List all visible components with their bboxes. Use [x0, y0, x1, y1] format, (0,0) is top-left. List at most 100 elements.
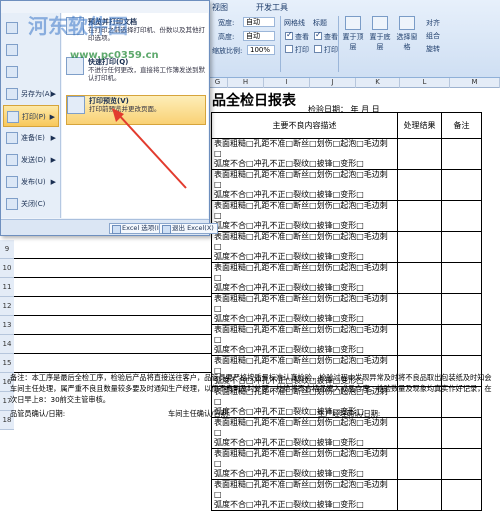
row-header[interactable]: 10 [0, 259, 14, 278]
row-header[interactable]: 13 [0, 316, 14, 335]
column-header[interactable]: L [400, 78, 450, 88]
report-table: 主要不良内容描述 处理结果 备注 表面粗糙□孔距不准□断丝□划伤□起泡□毛边刺□… [211, 112, 482, 511]
gridlines-view-checkbox[interactable] [285, 30, 293, 40]
defect-line: 表面粗糙□孔距不准□断丝□划伤□起泡□毛边刺□ [214, 170, 388, 189]
menu-item-icon [7, 111, 19, 123]
result-cell[interactable] [397, 231, 442, 263]
remark-cell[interactable] [441, 169, 482, 201]
defect-line: 表面粗糙□孔距不准□断丝□划伤□起泡□毛边刺□ [214, 325, 388, 344]
defect-description-cell[interactable]: 表面粗糙□孔距不准□断丝□划伤□起泡□毛边刺□ 弧度不合□冲孔不正□裂纹□披锋□变… [211, 448, 398, 480]
header-result[interactable]: 处理结果 [397, 112, 442, 139]
headings-print-checkbox[interactable] [314, 45, 322, 53]
remark-cell[interactable] [441, 417, 482, 449]
result-cell[interactable] [397, 324, 442, 356]
remark-cell[interactable] [441, 448, 482, 480]
bring-to-front-button[interactable]: 置于顶层 [340, 16, 366, 52]
office-menu-item[interactable]: 发送(D) ▶ [3, 149, 59, 171]
header-remark[interactable]: 备注 [441, 112, 482, 139]
headings-view-checkbox[interactable] [314, 30, 322, 40]
sign-workshop: 车间主任确认/日期: [168, 409, 231, 418]
column-header[interactable]: G [208, 78, 228, 88]
result-cell[interactable] [397, 448, 442, 480]
office-menu-item[interactable]: 打印(P) ▶ [3, 105, 59, 127]
remark-cell[interactable] [441, 262, 482, 294]
rotate-button[interactable]: 旋转 [426, 44, 440, 54]
column-header[interactable]: M [450, 78, 500, 88]
row-header[interactable]: 15 [0, 354, 14, 373]
table-row[interactable]: 10 [3, 354, 212, 373]
table-row[interactable]: 8 [5, 316, 212, 335]
office-menu-item[interactable] [3, 61, 59, 83]
remark-cell[interactable] [441, 138, 482, 170]
table-row: 表面粗糙□孔距不准□断丝□划伤□起泡□毛边刺□ 弧度不合□冲孔不正□裂纹□披锋□变… [211, 448, 482, 480]
row-header[interactable]: 11 [0, 278, 14, 297]
menu-item-icon [6, 66, 18, 78]
result-cell[interactable] [397, 138, 442, 170]
selection-pane-button[interactable]: 选择窗格 [394, 16, 420, 52]
result-cell[interactable] [397, 417, 442, 449]
defect-description-cell[interactable]: 表面粗糙□孔距不准□断丝□划伤□起泡□毛边刺□ 弧度不合□冲孔不正□裂纹□披锋□变… [211, 417, 398, 449]
table-row[interactable]: 6 [5, 278, 212, 297]
watermark-logo: 河东软件园 [28, 14, 128, 38]
office-menu-item[interactable] [3, 39, 59, 61]
table-row[interactable]: 4 [5, 240, 212, 259]
column-header[interactable]: I [264, 78, 310, 88]
defect-line: 表面粗糙□孔距不准□断丝□划伤□起泡□毛边刺□ [214, 263, 388, 282]
header-desc[interactable]: 主要不良内容描述 [211, 112, 398, 139]
send-to-back-button[interactable]: 置于底层 [367, 16, 393, 52]
row-header[interactable]: 9 [0, 240, 14, 259]
row-header[interactable]: 14 [0, 335, 14, 354]
group-button[interactable]: 组合 [426, 31, 440, 41]
defect-line: 弧度不合□冲孔不正□裂纹□披锋□变形□ [214, 252, 364, 261]
table-row[interactable]: 9 [5, 335, 212, 354]
remark-cell[interactable] [441, 231, 482, 263]
remark-cell[interactable] [441, 200, 482, 232]
office-menu-item[interactable]: 另存为(A) ▶ [3, 83, 59, 105]
menu-item-icon [6, 88, 18, 100]
column-header[interactable]: H [228, 78, 264, 88]
height-field[interactable]: 自动 [243, 31, 275, 41]
result-cell[interactable] [397, 293, 442, 325]
row-header[interactable]: 12 [0, 297, 14, 316]
column-header[interactable]: J [310, 78, 356, 88]
defect-description-cell[interactable]: 表面粗糙□孔距不准□断丝□划伤□起泡□毛边刺□ 弧度不合□冲孔不正□裂纹□披锋□变… [211, 324, 398, 356]
scale-field[interactable]: 100% [247, 45, 275, 55]
defect-line: 表面粗糙□孔距不准□断丝□划伤□起泡□毛边刺□ [214, 201, 388, 220]
defect-description-cell[interactable]: 表面粗糙□孔距不准□断丝□划伤□起泡□毛边刺□ 弧度不合□冲孔不正□裂纹□披锋□变… [211, 231, 398, 263]
table-row[interactable]: 5 [5, 259, 212, 278]
office-menu-item[interactable]: 准备(E) ▶ [3, 127, 59, 149]
result-cell[interactable] [397, 262, 442, 294]
result-cell[interactable] [397, 200, 442, 232]
align-button[interactable]: 对齐 [426, 18, 440, 28]
scale-label: 缩放比例: [212, 47, 243, 55]
remark-cell[interactable] [441, 293, 482, 325]
defect-line: 弧度不合□冲孔不正□裂纹□披锋□变形□ [214, 190, 364, 199]
tab-view[interactable]: 视图 [212, 2, 228, 13]
excel-options-button[interactable]: Excel 选项(I) [109, 223, 166, 234]
exit-excel-button[interactable]: 退出 Excel(X) [159, 223, 218, 234]
defect-description-cell[interactable]: 表面粗糙□孔距不准□断丝□划伤□起泡□毛边刺□ 弧度不合□冲孔不正□裂纹□披锋□变… [211, 293, 398, 325]
defect-description-cell[interactable]: 表面粗糙□孔距不准□断丝□划伤□起泡□毛边刺□ 弧度不合□冲孔不正□裂纹□披锋□变… [211, 138, 398, 170]
remark-cell[interactable] [441, 479, 482, 511]
column-header[interactable]: K [356, 78, 400, 88]
defect-line: 表面粗糙□孔距不准□断丝□划伤□起泡□毛边刺□ [214, 449, 388, 468]
gridlines-print-checkbox[interactable] [285, 45, 293, 53]
quick-print-item[interactable]: 快速打印(Q) 不进行任何更改，直接将工作簿发送到默认打印机。 [66, 57, 206, 93]
remark-cell[interactable] [441, 324, 482, 356]
defect-description-cell[interactable]: 表面粗糙□孔距不准□断丝□划伤□起泡□毛边刺□ 弧度不合□冲孔不正□裂纹□披锋□变… [211, 169, 398, 201]
result-cell[interactable] [397, 479, 442, 511]
defect-description-cell[interactable]: 表面粗糙□孔距不准□断丝□划伤□起泡□毛边刺□ 弧度不合□冲孔不正□裂纹□披锋□变… [211, 479, 398, 511]
table-row[interactable]: 7 [5, 297, 212, 316]
office-menu-item[interactable]: 关闭(C) [3, 193, 59, 215]
width-field[interactable]: 自动 [243, 17, 275, 27]
defect-line: 表面粗糙□孔距不准□断丝□划伤□起泡□毛边刺□ [214, 418, 388, 437]
defect-line: 表面粗糙□孔距不准□断丝□划伤□起泡□毛边刺□ [214, 232, 388, 251]
defect-description-cell[interactable]: 表面粗糙□孔距不准□断丝□划伤□起泡□毛边刺□ 弧度不合□冲孔不正□裂纹□披锋□变… [211, 200, 398, 232]
table-row: 表面粗糙□孔距不准□断丝□划伤□起泡□毛边刺□ 弧度不合□冲孔不正□裂纹□披锋□变… [211, 479, 482, 511]
table-row: 表面粗糙□孔距不准□断丝□划伤□起泡□毛边刺□ 弧度不合□冲孔不正□裂纹□披锋□变… [211, 262, 482, 294]
defect-description-cell[interactable]: 表面粗糙□孔距不准□断丝□划伤□起泡□毛边刺□ 弧度不合□冲孔不正□裂纹□披锋□变… [211, 262, 398, 294]
office-menu-item[interactable]: 发布(U) ▶ [3, 171, 59, 193]
tab-developer[interactable]: 开发工具 [256, 2, 288, 13]
result-cell[interactable] [397, 169, 442, 201]
watermark-url: www.pc0359.cn [70, 50, 159, 61]
